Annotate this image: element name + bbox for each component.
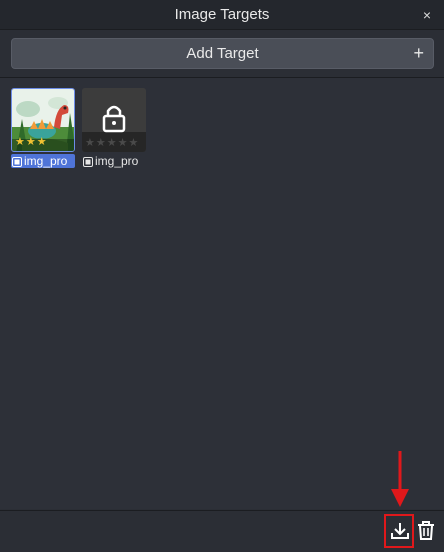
rating-stars: ★★★: [15, 137, 48, 148]
close-button[interactable]: ×: [418, 6, 436, 24]
star-icon: ★: [128, 137, 140, 149]
plus-icon: +: [413, 43, 424, 63]
star-icon: ★: [106, 137, 118, 149]
star-icon: ★: [85, 137, 96, 149]
annotation-arrow-icon: [391, 451, 409, 507]
target-thumbnail[interactable]: ★★★: [11, 88, 75, 152]
star-icon: ★: [15, 136, 26, 148]
delete-button[interactable]: [412, 517, 440, 545]
targets-grid: ★★★ img_pro ★★★★★ img_pro: [0, 78, 444, 509]
footer-toolbar: [0, 510, 444, 552]
star-icon: ★: [25, 136, 37, 148]
star-icon: ★: [117, 137, 129, 149]
add-target-button[interactable]: Add Target +: [11, 38, 434, 69]
target-name: img_pro: [95, 154, 139, 168]
image-target-icon: [83, 156, 93, 167]
target-name: img_pro: [24, 154, 68, 168]
target-thumbnail[interactable]: ★★★★★: [82, 88, 146, 152]
title-bar: Image Targets ×: [0, 0, 444, 30]
star-icon: ★: [36, 136, 48, 148]
rating-stars: ★★★★★: [85, 138, 139, 149]
image-target-icon: [12, 156, 22, 167]
add-target-label: Add Target: [186, 45, 259, 62]
target-name-label: img_pro: [82, 154, 146, 168]
target-name-label: img_pro: [11, 154, 75, 168]
trash-icon: [418, 521, 434, 540]
annotation-highlight-box: [384, 514, 414, 548]
window-title: Image Targets: [174, 6, 270, 23]
star-icon: ★: [95, 137, 107, 149]
